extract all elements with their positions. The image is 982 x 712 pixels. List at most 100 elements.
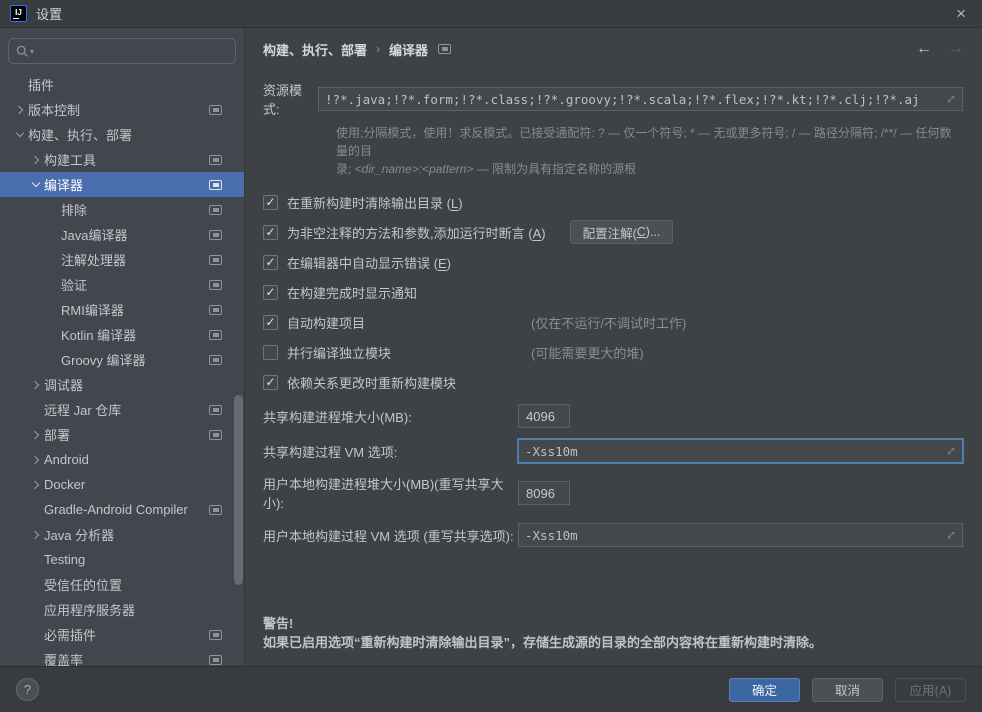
- checkbox-row: ✓ 依赖关系更改时重新构建模块: [263, 370, 963, 394]
- checkbox-label[interactable]: 在构建完成时显示通知: [287, 283, 417, 302]
- sidebar-item-label: 版本控制: [28, 100, 80, 119]
- sidebar-item-android[interactable]: Android: [0, 447, 244, 472]
- checkbox-label[interactable]: 自动构建项目: [287, 313, 365, 332]
- sidebar-item-kotlin-编译器[interactable]: Kotlin 编译器: [0, 322, 244, 347]
- window-title: 设置: [36, 4, 62, 23]
- vm-options-value: -Xss10m: [525, 444, 578, 459]
- sidebar-scrollbar[interactable]: [234, 395, 243, 585]
- checkbox-checked[interactable]: ✓: [263, 225, 278, 240]
- resource-patterns-help: 使用;分隔模式，使用！求反模式。已接受通配符: ? — 仅一个符号; * — 无…: [336, 124, 963, 178]
- expand-field-icon[interactable]: [945, 93, 957, 108]
- sidebar-item-构建、执行、部署[interactable]: 构建、执行、部署: [0, 122, 244, 147]
- sidebar-item-应用程序服务器[interactable]: 应用程序服务器: [0, 597, 244, 622]
- sidebar-item-插件[interactable]: 插件: [0, 72, 244, 97]
- sidebar-item-编译器[interactable]: 编译器: [0, 172, 244, 197]
- tree-collapsed-chevron-icon[interactable]: [28, 382, 44, 388]
- sidebar-item-构建工具[interactable]: 构建工具: [0, 147, 244, 172]
- sidebar-item-验证[interactable]: 验证: [0, 272, 244, 297]
- sidebar-item-groovy-编译器[interactable]: Groovy 编译器: [0, 347, 244, 372]
- sidebar-item-java-分析器[interactable]: Java 分析器: [0, 522, 244, 547]
- sidebar-item-排除[interactable]: 排除: [0, 197, 244, 222]
- monitor-icon: [209, 355, 222, 365]
- sidebar-item-部署[interactable]: 部署: [0, 422, 244, 447]
- sidebar-item-label: 注解处理器: [61, 250, 126, 269]
- breadcrumb-item-build-execution-deployment[interactable]: 构建、执行、部署: [263, 40, 367, 59]
- forward-arrow-icon: →: [948, 40, 964, 58]
- checkbox-checked[interactable]: ✓: [263, 195, 278, 210]
- sidebar-item-覆盖率[interactable]: 覆盖率: [0, 647, 244, 666]
- tree-collapsed-chevron-icon[interactable]: [28, 157, 44, 163]
- sidebar-item-label: 远程 Jar 仓库: [44, 400, 121, 419]
- checkbox-checked[interactable]: ✓: [263, 285, 278, 300]
- checkbox-checked[interactable]: ✓: [263, 375, 278, 390]
- expand-field-icon[interactable]: [945, 445, 957, 460]
- vm-options-input[interactable]: -Xss10m: [518, 439, 963, 463]
- breadcrumb-item-compiler: 编译器: [389, 40, 428, 59]
- monitor-icon: [209, 430, 222, 440]
- expand-field-icon[interactable]: [945, 529, 957, 544]
- search-icon: ▾: [16, 45, 34, 58]
- close-icon[interactable]: ×: [950, 3, 972, 24]
- checkbox-checked[interactable]: ✓: [263, 255, 278, 270]
- configure-annotations-button[interactable]: 配置注解(C)...: [570, 220, 674, 244]
- checkbox-checked[interactable]: ✓: [263, 315, 278, 330]
- checkbox-row: ✓ 在编辑器中自动显示错误 (E): [263, 250, 963, 274]
- help-button[interactable]: ?: [16, 678, 39, 701]
- sidebar-item-label: 构建工具: [44, 150, 96, 169]
- breadcrumb-separator: ›: [376, 42, 380, 56]
- sidebar-item-版本控制[interactable]: 版本控制: [0, 97, 244, 122]
- build-process-fields: 共享构建进程堆大小(MB):4096 共享构建过程 VM 选项:-Xss10m 用户…: [263, 404, 963, 558]
- settings-main-panel: 构建、执行、部署 › 编译器 ← → 资源模式: !?*.java;!?*.fo…: [245, 28, 982, 666]
- monitor-icon: [209, 155, 222, 165]
- resource-patterns-label: 资源模式:: [263, 80, 318, 118]
- tree-collapsed-chevron-icon[interactable]: [28, 482, 44, 488]
- tree-collapsed-chevron-icon[interactable]: [28, 532, 44, 538]
- checkbox-label[interactable]: 为非空注释的方法和参数,添加运行时断言 (A): [287, 223, 546, 242]
- monitor-icon: [209, 330, 222, 340]
- sidebar-item-docker[interactable]: Docker: [0, 472, 244, 497]
- sidebar-item-testing[interactable]: Testing: [0, 547, 244, 572]
- cancel-button[interactable]: 取消: [812, 678, 883, 702]
- sidebar-item-注解处理器[interactable]: 注解处理器: [0, 247, 244, 272]
- sidebar-item-java编译器[interactable]: Java编译器: [0, 222, 244, 247]
- tree-expanded-chevron-icon[interactable]: [28, 183, 44, 186]
- field-row: 共享构建过程 VM 选项:-Xss10m: [263, 439, 963, 463]
- checkbox-hint: (可能需要更大的堆): [531, 343, 963, 362]
- sidebar-item-label: 编译器: [44, 175, 83, 194]
- ok-button[interactable]: 确定: [729, 678, 800, 702]
- tree-collapsed-chevron-icon[interactable]: [28, 432, 44, 438]
- monitor-icon: [209, 630, 222, 640]
- checkbox-label[interactable]: 在重新构建时清除输出目录 (L): [287, 193, 463, 212]
- sidebar-item-rmi编译器[interactable]: RMI编译器: [0, 297, 244, 322]
- sidebar-item-必需插件[interactable]: 必需插件: [0, 622, 244, 647]
- field-label: 用户本地构建进程堆大小(MB)(重写共享大小):: [263, 474, 518, 512]
- checkbox-unchecked[interactable]: [263, 345, 278, 360]
- tree-collapsed-chevron-icon[interactable]: [28, 457, 44, 463]
- checkbox-label[interactable]: 依赖关系更改时重新构建模块: [287, 373, 456, 392]
- checkbox-label[interactable]: 并行编译独立模块: [287, 343, 391, 362]
- sidebar-item-gradle-android-compiler[interactable]: Gradle-Android Compiler: [0, 497, 244, 522]
- back-arrow-icon[interactable]: ←: [916, 40, 932, 58]
- heap-size-input[interactable]: 8096: [518, 481, 570, 505]
- sidebar-item-label: 部署: [44, 425, 70, 444]
- caret-down-icon: ▾: [30, 47, 34, 56]
- search-input[interactable]: ▾: [8, 38, 236, 64]
- sidebar-item-受信任的位置[interactable]: 受信任的位置: [0, 572, 244, 597]
- resource-patterns-input[interactable]: !?*.java;!?*.form;!?*.class;!?*.groovy;!…: [318, 87, 963, 111]
- field-label: 共享构建进程堆大小(MB):: [263, 407, 518, 426]
- sidebar-item-调试器[interactable]: 调试器: [0, 372, 244, 397]
- monitor-icon: [209, 105, 222, 115]
- compiler-options-checkbox-group: ✓ 在重新构建时清除输出目录 (L) ✓ 为非空注释的方法和参数,添加运行时断言 (A…: [263, 190, 963, 400]
- sidebar-item-label: Docker: [44, 477, 85, 492]
- monitor-icon: [209, 205, 222, 215]
- tree-collapsed-chevron-icon[interactable]: [12, 107, 28, 113]
- sidebar-item-远程-jar-仓库[interactable]: 远程 Jar 仓库: [0, 397, 244, 422]
- checkbox-row: 并行编译独立模块 (可能需要更大的堆): [263, 340, 963, 364]
- checkbox-label[interactable]: 在编辑器中自动显示错误 (E): [287, 253, 451, 272]
- tree-expanded-chevron-icon[interactable]: [12, 133, 28, 136]
- vm-options-input[interactable]: -Xss10m: [518, 523, 963, 547]
- sidebar-item-label: Kotlin 编译器: [61, 325, 136, 344]
- monitor-icon: [209, 255, 222, 265]
- heap-size-input[interactable]: 4096: [518, 404, 570, 428]
- field-row: 用户本地构建进程堆大小(MB)(重写共享大小):8096: [263, 474, 963, 512]
